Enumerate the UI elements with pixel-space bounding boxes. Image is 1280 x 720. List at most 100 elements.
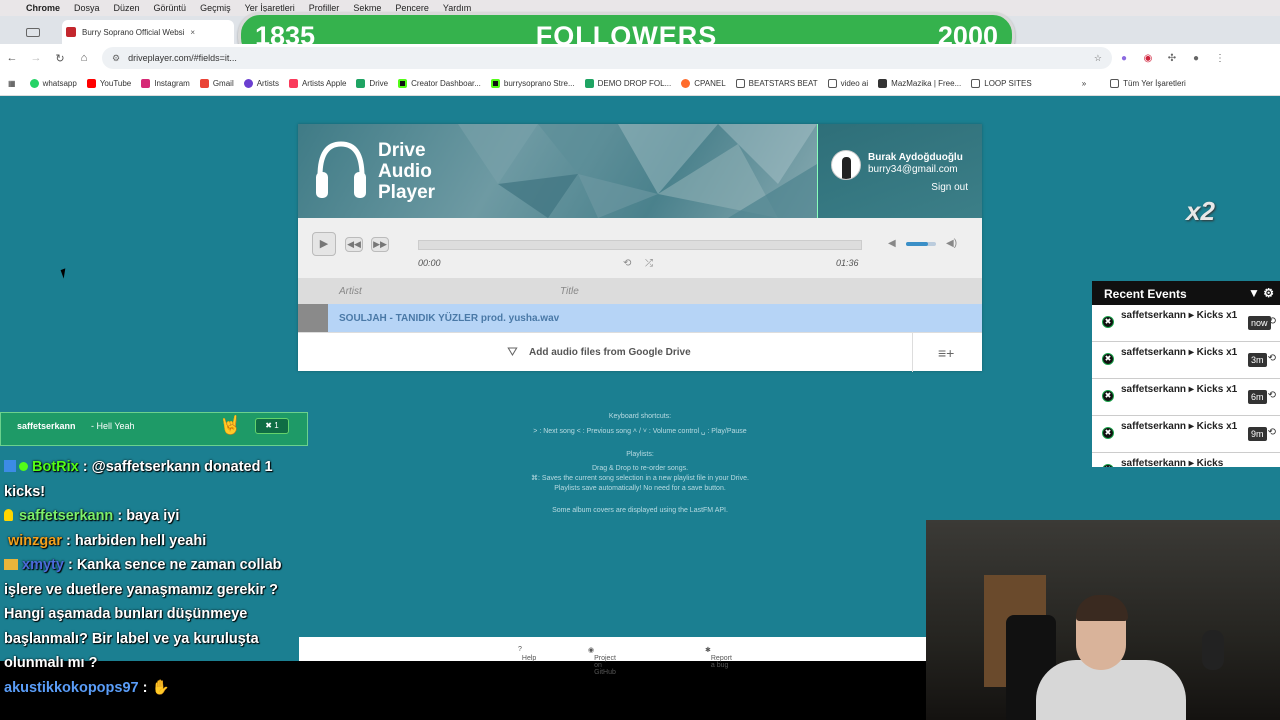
kick-icon: ✖ <box>1102 427 1114 439</box>
url-text: driveplayer.com/#fields=it... <box>128 53 237 63</box>
song-table-header: Artist Title <box>298 278 982 304</box>
bookmark-mazmazika[interactable]: MazMazika | Free... <box>878 79 961 88</box>
column-artist[interactable]: Artist <box>339 286 362 297</box>
menu-duzen[interactable]: Düzen <box>114 3 140 13</box>
volume-slider[interactable] <box>906 242 936 246</box>
apps-grid-icon[interactable]: ▦ <box>8 79 16 88</box>
cpanel-icon <box>681 79 691 88</box>
menu-gecmis[interactable]: Geçmiş <box>200 3 231 13</box>
folder-icon <box>1110 79 1120 88</box>
bookmarks-overflow-icon[interactable]: » <box>1082 79 1086 88</box>
event-text: saffetserkann ▸ Kicks <box>1121 458 1224 467</box>
github-link[interactable]: ◉ Project on GitHub <box>588 646 616 676</box>
streamer-hair <box>1076 595 1128 621</box>
gmail-icon <box>199 79 209 88</box>
browser-toolbar: ← → ↻ ⌂ ⚙ driveplayer.com/#fields=it... … <box>0 44 1280 72</box>
bookmark-burrysoprano[interactable]: burrysoprano Stre... <box>490 79 575 88</box>
site-info-icon[interactable]: ⚙ <box>112 53 120 64</box>
chat-user: xmyty <box>22 557 64 573</box>
youtube-icon <box>86 79 96 88</box>
time-total: 01:36 <box>836 258 859 268</box>
keyboard-shortcuts-help: Keyboard shortcuts: ˃ : Next song ˂ : Pr… <box>470 412 810 516</box>
report-bug-link[interactable]: ✱ Report a bug <box>705 646 732 669</box>
tab-list-icon <box>26 27 40 37</box>
playlists-line: Playlists save automatically! No need fo… <box>554 485 726 492</box>
menu-goruntu[interactable]: Görüntü <box>154 3 187 13</box>
events-controls: ▼ ⚙ <box>1248 286 1274 300</box>
player-logo-text: Drive Audio Player <box>378 140 436 203</box>
bookmark-artists-apple[interactable]: Artists Apple <box>288 79 346 88</box>
banner-pattern <box>458 124 817 218</box>
all-bookmarks[interactable]: Tüm Yer İşaretleri <box>1110 79 1186 88</box>
user-panel: Burak Aydoğduoğlu burry34@gmail.com Sign… <box>817 124 982 218</box>
playlist-add-icon[interactable]: ≡+ <box>938 345 954 361</box>
replay-icon[interactable]: ⟲ <box>1268 316 1276 327</box>
repeat-icon[interactable]: ⟲ <box>623 258 631 269</box>
tab-sidebar-toggle[interactable] <box>24 20 40 44</box>
replay-icon[interactable]: ⟲ <box>1268 427 1276 438</box>
back-icon[interactable]: ← <box>0 52 24 64</box>
profile-avatar-icon[interactable]: ● <box>1184 53 1208 64</box>
forward-icon[interactable]: → <box>24 52 48 64</box>
bookmark-star-icon[interactable]: ☆ <box>1094 53 1102 64</box>
bookmark-gmail[interactable]: Gmail <box>199 79 234 88</box>
filter-icon[interactable]: ▼ <box>1248 286 1260 300</box>
reload-icon[interactable]: ↻ <box>48 52 72 65</box>
event-text: saffetserkann ▸ Kicks x1 <box>1121 347 1238 358</box>
chat-message: BotRix : @saffetserkann donated 1 kicks! <box>4 459 273 500</box>
event-time: 9m <box>1248 427 1267 441</box>
help-link[interactable]: ? Help <box>518 646 536 662</box>
gear-icon[interactable]: ⚙ <box>1263 286 1274 300</box>
webcam-feed <box>926 520 1280 720</box>
emote-icon: ✋ <box>151 679 170 696</box>
next-button[interactable]: ▶▶ <box>371 237 389 252</box>
user-email: burry34@gmail.com <box>868 164 958 175</box>
bookmark-cpanel[interactable]: CPANEL <box>681 79 726 88</box>
shortcuts-title: Keyboard shortcuts: <box>608 413 672 420</box>
bot-badge-icon <box>4 460 16 472</box>
event-text: saffetserkann ▸ Kicks x1 <box>1121 310 1238 321</box>
previous-button[interactable]: ◀◀ <box>345 237 363 252</box>
replay-icon[interactable]: ⟲ <box>1268 353 1276 364</box>
bookmark-demo-drop[interactable]: DEMO DROP FOL... <box>584 79 671 88</box>
menu-chrome[interactable]: Chrome <box>26 3 60 13</box>
event-item: ✖ saffetserkann ▸ Kicks x1 6m ⟲ <box>1092 379 1280 416</box>
bookmark-drive[interactable]: Drive <box>356 79 388 88</box>
column-title[interactable]: Title <box>560 286 579 297</box>
bookmark-youtube[interactable]: YouTube <box>86 79 131 88</box>
user-name: Burak Aydoğduoğlu <box>868 152 963 163</box>
chrome-menu-icon[interactable]: ⋮ <box>1208 53 1232 64</box>
bookmark-beatstars[interactable]: BEATSTARS BEAT <box>735 79 818 88</box>
table-row[interactable]: SOULJAH - TANIDIK YÜZLER prod. yusha.wav <box>298 304 982 332</box>
extension-icon[interactable]: ● <box>1112 53 1136 64</box>
kick-icon: ✖ <box>1102 353 1114 365</box>
volume-low-icon[interactable]: ◀ <box>888 238 896 249</box>
tab-burry-soprano[interactable]: Burry Soprano Official Websi × <box>62 20 234 44</box>
tab-close-icon[interactable]: × <box>190 28 195 37</box>
sign-out-link[interactable]: Sign out <box>931 182 968 193</box>
menu-dosya[interactable]: Dosya <box>74 3 100 13</box>
play-button[interactable]: ▶ <box>312 232 336 256</box>
address-bar[interactable]: ⚙ driveplayer.com/#fields=it... ☆ <box>102 47 1112 69</box>
home-icon[interactable]: ⌂ <box>72 52 96 64</box>
tab-title: Burry Soprano Official Websi <box>82 27 185 37</box>
extensions-puzzle-icon[interactable]: ✣ <box>1160 53 1184 64</box>
bookmark-video-ai[interactable]: video ai <box>827 79 868 88</box>
replay-icon[interactable]: ⟲ <box>1268 390 1276 401</box>
volume-high-icon[interactable]: ◀) <box>946 238 957 249</box>
bookmark-artists[interactable]: Artists <box>243 79 279 88</box>
recent-events-title: Recent Events <box>1104 287 1187 301</box>
time-current: 00:00 <box>418 258 441 268</box>
bookmark-instagram[interactable]: Instagram <box>141 79 190 88</box>
bookmark-creator-dashboard[interactable]: Creator Dashboar... <box>398 79 481 88</box>
kick-icon <box>398 79 408 88</box>
record-extension-icon[interactable]: ◉ <box>1136 53 1160 64</box>
multiplier-badge: x2 <box>1186 196 1215 226</box>
bookmark-whatsapp[interactable]: whatsapp <box>29 79 77 88</box>
bookmark-loop-sites[interactable]: LOOP SITES <box>971 79 1032 88</box>
progress-bar[interactable] <box>418 240 862 250</box>
microphone <box>1202 630 1224 670</box>
lightbulb-badge-icon <box>4 509 13 521</box>
add-files-button[interactable]: Add audio files from Google Drive <box>529 347 691 358</box>
shuffle-icon[interactable]: ⤮ <box>645 258 653 269</box>
